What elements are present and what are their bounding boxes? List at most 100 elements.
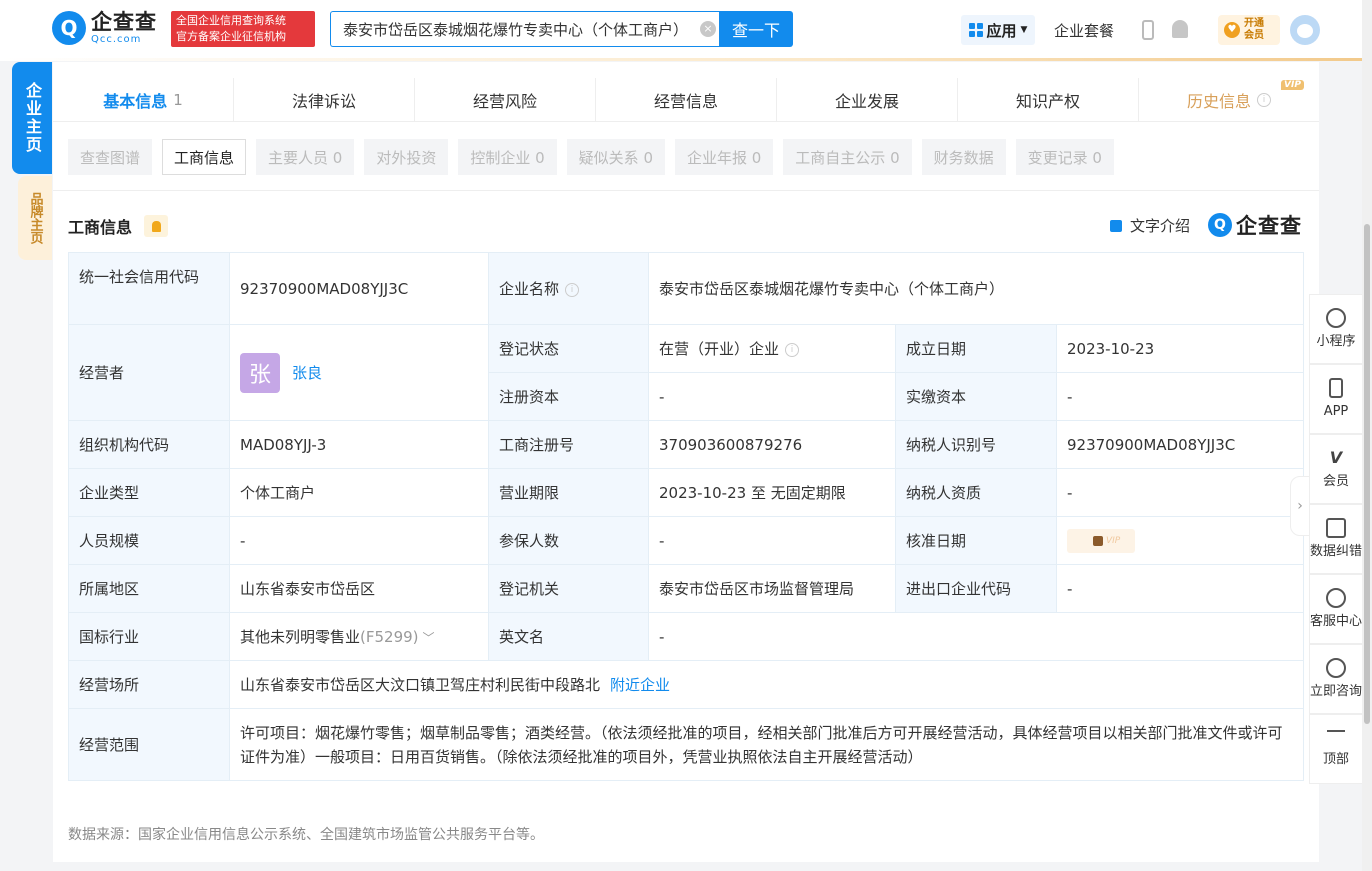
qcc-logo-icon: Q <box>1208 213 1232 237</box>
subtab-suspected-relations[interactable]: 疑似关系 0 <box>566 139 665 175</box>
subtab-key-personnel[interactable]: 主要人员 0 <box>256 139 355 175</box>
info-icon: i <box>1257 92 1271 107</box>
label-company-name: 企业名称 i <box>488 252 649 325</box>
logo-name: 企查查 <box>91 9 157 34</box>
collapse-sidebar-button[interactable]: › <box>1290 476 1310 536</box>
tab-basic-info[interactable]: 基本信息 1 <box>53 78 234 121</box>
back-to-top-button[interactable]: 顶部 <box>1309 714 1363 784</box>
caret-down-icon: ▼ <box>1020 25 1028 35</box>
arrow-up-icon <box>1327 730 1345 746</box>
label-authority: 登记机关 <box>488 564 649 613</box>
chat-icon <box>1326 658 1346 678</box>
chevron-right-icon: › <box>1297 498 1303 514</box>
value-credit-code: 92370900MAD08YJJ3C <box>229 252 489 325</box>
info-icon[interactable]: i <box>785 342 800 357</box>
value-company-type: 个体工商户 <box>229 468 489 517</box>
subtab-business-registration[interactable]: 工商信息 <box>162 139 247 175</box>
label-operator: 经营者 <box>68 324 230 421</box>
right-float-bar: 小程序 APP V 会员 数据纠错 客服中心 立即咨询 顶部 <box>1309 294 1363 784</box>
main-card: 基本信息 1 法律诉讼 经营风险 经营信息 企业发展 知识产权 历史信息 i VI… <box>53 62 1319 862</box>
value-authority: 泰安市岱岳区市场监督管理局 <box>648 564 896 613</box>
top-header: Q 企查查 Qcc.com 全国企业信用查询系统 官方备案企业征信机构 泰安市岱… <box>0 0 1372 60</box>
tab-development[interactable]: 企业发展 <box>777 78 958 121</box>
user-avatar[interactable] <box>1290 15 1320 45</box>
phone-icon[interactable] <box>1142 20 1154 40</box>
info-icon[interactable]: i <box>565 282 580 297</box>
label-region: 所属地区 <box>68 564 230 613</box>
vip-heart-icon: ♥ <box>1224 22 1240 38</box>
subtab-annual-reports[interactable]: 企业年报 0 <box>674 139 774 175</box>
value-approved-date: VIP <box>1056 516 1304 565</box>
search-button[interactable]: 查一下 <box>719 11 793 47</box>
label-english-name: 英文名 <box>488 612 649 661</box>
credit-system-badge: 全国企业信用查询系统 官方备案企业征信机构 <box>171 11 315 47</box>
consult-button[interactable]: 立即咨询 <box>1309 644 1363 714</box>
registration-table: 统一社会信用代码 92370900MAD08YJJ3C 企业名称 i 泰安市岱岳区… <box>68 252 1304 781</box>
label-term: 营业期限 <box>488 468 649 517</box>
data-correction-button[interactable]: 数据纠错 <box>1309 504 1363 574</box>
value-english-name: - <box>648 612 1304 661</box>
value-staff-size: - <box>229 516 489 565</box>
label-industry: 国标行业 <box>68 612 230 661</box>
vip-button[interactable]: V 会员 <box>1309 434 1363 504</box>
search-input[interactable]: 泰安市岱岳区泰城烟花爆竹专卖中心（个体工商户） × <box>330 11 720 47</box>
app-menu-button[interactable]: 应用 ▼ <box>961 15 1035 45</box>
label-founded: 成立日期 <box>895 324 1057 373</box>
qcc-logo[interactable]: Q 企查查 Qcc.com <box>52 11 157 45</box>
label-company-type: 企业类型 <box>68 468 230 517</box>
value-taxpayer-qual: - <box>1056 468 1304 517</box>
label-staff-size: 人员规模 <box>68 516 230 565</box>
app-download-button[interactable]: APP <box>1309 364 1363 434</box>
value-region: 山东省泰安市岱岳区 <box>229 564 489 613</box>
phone-icon <box>1329 378 1343 398</box>
logo-domain: Qcc.com <box>91 33 142 45</box>
grid-icon <box>968 23 983 37</box>
subtab-financials[interactable]: 财务数据 <box>921 139 1006 175</box>
notification-bell-icon[interactable] <box>1172 20 1188 38</box>
value-insured: - <box>648 516 896 565</box>
side-tab-brand-home[interactable]: 品牌主页 <box>18 176 52 260</box>
subtab-self-disclosure[interactable]: 工商自主公示 0 <box>783 139 912 175</box>
value-taxpayer-id: 92370900MAD08YJJ3C <box>1056 420 1304 469</box>
qcc-watermark-logo: Q 企查查 <box>1208 210 1302 240</box>
value-industry[interactable]: 其他未列明零售业(F5299) ﹀ <box>229 612 489 661</box>
scrollbar-thumb[interactable] <box>1364 224 1370 724</box>
side-tab-company-home[interactable]: 企业主页 <box>12 62 52 174</box>
data-source-note: 数据来源：国家企业信用信息公示系统、全国建筑市场监管公共服务平台等。 <box>68 827 544 843</box>
tab-operational-risk[interactable]: 经营风险 <box>415 78 596 121</box>
value-reg-capital: - <box>648 372 896 421</box>
subscribe-bell-icon[interactable] <box>144 215 169 237</box>
customer-service-button[interactable]: 客服中心 <box>1309 574 1363 644</box>
main-tabs: 基本信息 1 法律诉讼 经营风险 经营信息 企业发展 知识产权 历史信息 i VI… <box>53 78 1319 122</box>
label-credit-code: 统一社会信用代码 <box>68 252 230 325</box>
value-status: 在营（开业）企业 i <box>648 324 896 373</box>
section-title: 工商信息 <box>68 214 169 238</box>
divider <box>53 190 1319 191</box>
subtab-graph[interactable]: 查查图谱 <box>68 139 153 175</box>
headset-icon <box>1326 588 1346 608</box>
tab-legal[interactable]: 法律诉讼 <box>234 78 415 121</box>
operator-avatar[interactable]: 张 <box>240 352 280 393</box>
enterprise-suite-link[interactable]: 企业套餐 <box>1054 20 1114 41</box>
value-scope: 许可项目：烟花爆竹零售；烟草制品零售；酒类经营。（依法须经批准的项目，经相关部门… <box>229 708 1304 781</box>
vip-lock-badge[interactable]: VIP <box>1067 528 1135 553</box>
nearby-companies-link[interactable]: 附近企业 <box>610 676 670 694</box>
chevron-down-icon[interactable]: ﹀ <box>423 631 435 645</box>
miniprogram-icon <box>1326 308 1346 328</box>
label-reg-no: 工商注册号 <box>488 420 649 469</box>
label-address: 经营场所 <box>68 660 230 709</box>
subtab-change-log[interactable]: 变更记录 0 <box>1015 139 1114 175</box>
tab-ip[interactable]: 知识产权 <box>958 78 1139 121</box>
tab-business-info[interactable]: 经营信息 <box>596 78 777 121</box>
tab-history[interactable]: 历史信息 i VIP <box>1139 78 1319 121</box>
subtab-controlled[interactable]: 控制企业 0 <box>458 139 557 175</box>
clear-icon[interactable]: × <box>700 21 716 37</box>
subtab-investments[interactable]: 对外投资 <box>364 139 449 175</box>
text-intro-button[interactable]: 文字介绍 <box>1110 215 1190 236</box>
value-org-code: MAD08YJJ-3 <box>229 420 489 469</box>
label-scope: 经营范围 <box>68 708 230 781</box>
open-vip-button[interactable]: ♥ 开通 会员 <box>1218 15 1280 45</box>
operator-link[interactable]: 张良 <box>292 362 322 383</box>
search-value: 泰安市岱岳区泰城烟花爆竹专卖中心（个体工商户） <box>343 20 689 39</box>
miniprogram-button[interactable]: 小程序 <box>1309 294 1363 364</box>
